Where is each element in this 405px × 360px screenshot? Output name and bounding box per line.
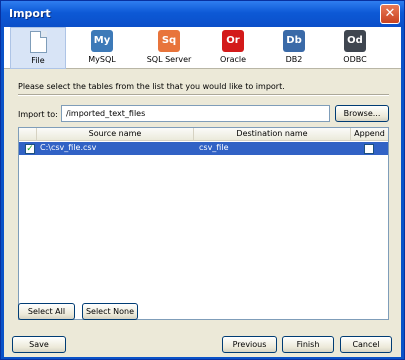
check-icon: ✓ xyxy=(26,144,34,154)
cancel-button[interactable]: Cancel xyxy=(340,336,392,353)
row-destination-name[interactable]: csv_file xyxy=(199,143,228,152)
tool-oracle[interactable]: Or Oracle xyxy=(205,27,261,69)
tool-file-label: File xyxy=(31,56,45,65)
table-row[interactable]: ✓ C:\csv_file.csv csv_file xyxy=(19,142,388,155)
column-source-name[interactable]: Source name xyxy=(36,128,193,141)
tool-mysql[interactable]: My MySQL xyxy=(74,27,130,69)
previous-button[interactable]: Previous xyxy=(222,336,277,353)
title-bar: Import ✕ xyxy=(1,1,404,27)
tool-file[interactable]: File xyxy=(10,27,66,69)
tables-grid: Source name Destination name Append ✓ C:… xyxy=(18,127,389,320)
file-icon xyxy=(30,31,47,53)
row-source-name: C:\csv_file.csv xyxy=(40,143,97,152)
tool-oracle-label: Oracle xyxy=(219,55,247,64)
odbc-icon: Od xyxy=(344,30,366,52)
tool-db2-label: DB2 xyxy=(285,55,303,64)
tool-sqlserver[interactable]: Sq SQL Server xyxy=(141,27,197,69)
tool-odbc-label: ODBC xyxy=(343,55,367,64)
window-title: Import xyxy=(9,7,51,20)
oracle-icon: Or xyxy=(222,30,244,52)
grid-header: Source name Destination name Append xyxy=(19,128,388,141)
instruction-text: Please select the tables from the list t… xyxy=(18,82,285,91)
save-button[interactable]: Save xyxy=(12,336,66,353)
row-append-checkbox[interactable] xyxy=(364,144,374,154)
mysql-icon: My xyxy=(91,30,113,52)
import-to-label: Import to: xyxy=(18,110,58,119)
db2-icon: Db xyxy=(283,30,305,52)
tool-sqlserver-label: SQL Server xyxy=(146,55,192,64)
source-toolbar: File My MySQL Sq SQL Server Or Oracle Db… xyxy=(4,27,401,69)
sqlserver-icon: Sq xyxy=(158,30,180,52)
browse-button[interactable]: Browse... xyxy=(335,105,389,122)
divider xyxy=(18,94,389,96)
dialog-body: File My MySQL Sq SQL Server Or Oracle Db… xyxy=(4,27,401,357)
column-destination-name[interactable]: Destination name xyxy=(193,128,350,141)
import-to-field[interactable]: /imported_text_files xyxy=(61,105,330,122)
import-dialog: Import ✕ File My MySQL Sq SQL Server Or … xyxy=(0,0,405,360)
select-none-button[interactable]: Select None xyxy=(82,303,138,320)
close-icon: ✕ xyxy=(384,6,396,21)
select-all-button[interactable]: Select All xyxy=(18,303,75,320)
close-button[interactable]: ✕ xyxy=(380,4,400,24)
tool-mysql-label: MySQL xyxy=(88,55,116,64)
column-append[interactable]: Append xyxy=(350,128,388,141)
finish-button[interactable]: Finish xyxy=(282,336,334,353)
tool-db2[interactable]: Db DB2 xyxy=(266,27,322,69)
row-select-checkbox[interactable]: ✓ xyxy=(25,144,35,154)
tool-odbc[interactable]: Od ODBC xyxy=(327,27,383,69)
